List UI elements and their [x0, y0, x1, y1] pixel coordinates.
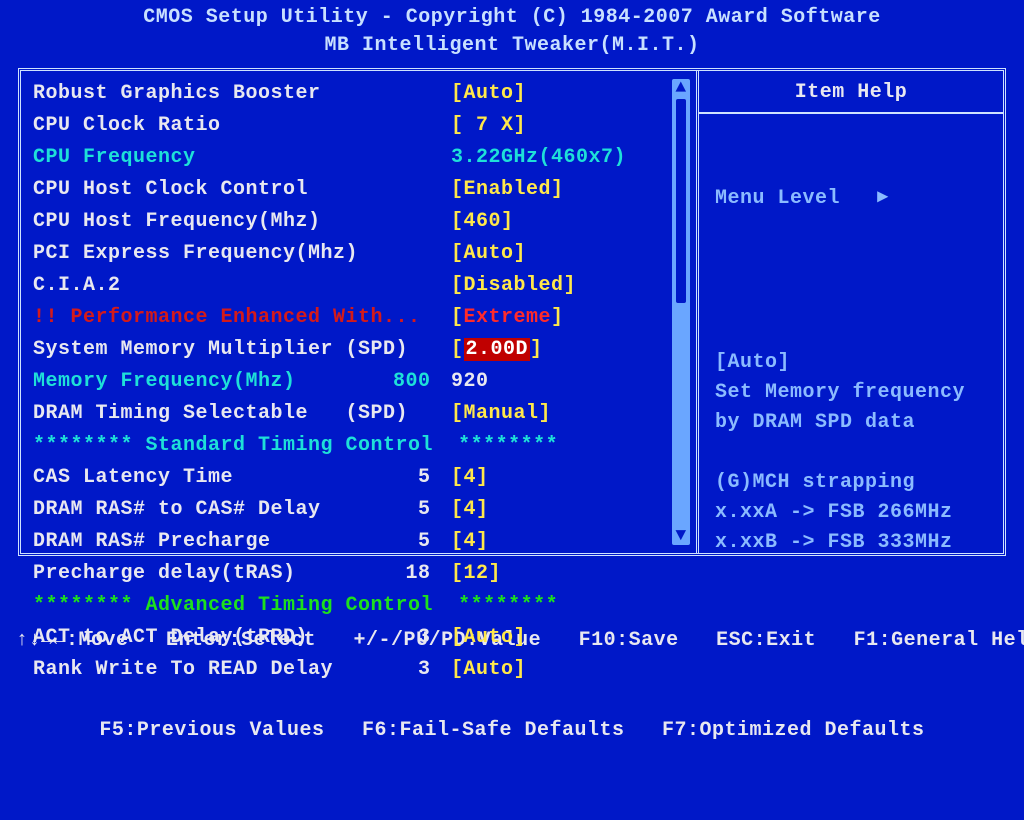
setting-value[interactable]: [Extreme]	[451, 303, 564, 333]
setting-row[interactable]: CAS Latency Time 5 [4]	[33, 463, 668, 493]
setting-value[interactable]: [ 7 X]	[451, 111, 526, 141]
scrollbar[interactable]: ▲ ▼	[672, 79, 690, 545]
setting-value[interactable]: [2.00D]	[451, 335, 543, 365]
help-body-text: [Auto] Set Memory frequency by DRAM SPD …	[715, 348, 993, 553]
scroll-track[interactable]	[672, 97, 690, 527]
settings-panel: Robust Graphics Booster [Auto]CPU Clock …	[21, 71, 696, 553]
setting-label: Precharge delay(tRAS)	[33, 559, 393, 589]
setting-row[interactable]: System Memory Multiplier (SPD) [2.00D]	[33, 335, 668, 365]
setting-label: CPU Frequency	[33, 143, 393, 173]
setting-default	[393, 175, 451, 205]
setting-label: CPU Host Frequency(Mhz)	[33, 207, 393, 237]
setting-label: !! Performance Enhanced With...	[33, 303, 393, 333]
setting-row[interactable]: DRAM RAS# to CAS# Delay 5 [4]	[33, 495, 668, 525]
setting-value[interactable]: [12]	[451, 559, 501, 589]
settings-rows: Robust Graphics Booster [Auto]CPU Clock …	[33, 79, 668, 545]
setting-default: 3	[393, 655, 451, 685]
setting-row[interactable]: Rank Write To READ Delay 3 [Auto]	[33, 655, 668, 685]
scroll-thumb[interactable]	[676, 99, 686, 303]
setting-value[interactable]: [Disabled]	[451, 271, 576, 301]
setting-value[interactable]: 3.22GHz(460x7)	[451, 143, 626, 173]
setting-value[interactable]: [Auto]	[451, 79, 526, 109]
setting-row[interactable]: DRAM Timing Selectable (SPD) [Manual]	[33, 399, 668, 429]
setting-row: ******** Standard Timing Control *******…	[33, 431, 668, 461]
setting-label: CAS Latency Time	[33, 463, 393, 493]
setting-row[interactable]: PCI Express Frequency(Mhz) [Auto]	[33, 239, 668, 269]
setting-default	[393, 303, 451, 333]
setting-value[interactable]: [4]	[451, 495, 489, 525]
setting-row[interactable]: C.I.A.2 [Disabled]	[33, 271, 668, 301]
setting-default: 3	[393, 623, 451, 653]
setting-row[interactable]: CPU Host Frequency(Mhz) [460]	[33, 207, 668, 237]
setting-label: DRAM Timing Selectable (SPD)	[33, 399, 393, 429]
setting-label: DRAM RAS# Precharge	[33, 527, 393, 557]
main-frame: Robust Graphics Booster [Auto]CPU Clock …	[18, 68, 1006, 556]
header-line2: MB Intelligent Tweaker(M.I.T.)	[8, 32, 1016, 60]
scroll-up-icon[interactable]: ▲	[672, 79, 690, 97]
setting-row[interactable]: ACT to ACT Delay(tRRD) 3 [Auto]	[33, 623, 668, 653]
setting-row[interactable]: CPU Host Clock Control [Enabled]	[33, 175, 668, 205]
setting-row[interactable]: !! Performance Enhanced With... [Extreme…	[33, 303, 668, 333]
setting-default: 5	[393, 527, 451, 557]
menu-level-label: Menu Level	[715, 187, 840, 210]
setting-value[interactable]: [460]	[451, 207, 514, 237]
setting-default	[393, 111, 451, 141]
menu-level-row: Menu Level ▸	[715, 184, 993, 214]
setting-row[interactable]: Memory Frequency(Mhz)800 920	[33, 367, 668, 397]
setting-default: 5	[393, 463, 451, 493]
setting-label: CPU Host Clock Control	[33, 175, 393, 205]
setting-row[interactable]: DRAM RAS# Precharge 5 [4]	[33, 527, 668, 557]
setting-label: PCI Express Frequency(Mhz)	[33, 239, 393, 269]
setting-default: 5	[393, 495, 451, 525]
header-line1: CMOS Setup Utility - Copyright (C) 1984-…	[8, 4, 1016, 32]
setting-value[interactable]: [Auto]	[451, 239, 526, 269]
setting-row[interactable]: CPU Frequency 3.22GHz(460x7)	[33, 143, 668, 173]
section-header: ******** Standard Timing Control *******…	[33, 431, 558, 461]
setting-value[interactable]: 920	[451, 367, 489, 397]
menu-level-arrow-icon: ▸	[878, 183, 889, 213]
setting-label: C.I.A.2	[33, 271, 393, 301]
help-title: Item Help	[699, 71, 1003, 114]
help-body: Menu Level ▸ [Auto] Set Memory frequency…	[699, 114, 1003, 553]
setting-default	[393, 79, 451, 109]
setting-label: System Memory Multiplier (SPD)	[33, 335, 393, 365]
footer-line2: F5:Previous Values F6:Fail-Safe Defaults…	[16, 716, 1008, 746]
setting-default	[393, 335, 451, 365]
setting-label: DRAM RAS# to CAS# Delay	[33, 495, 393, 525]
scroll-down-icon[interactable]: ▼	[672, 527, 690, 545]
setting-row: ******** Advanced Timing Control *******…	[33, 591, 668, 621]
header: CMOS Setup Utility - Copyright (C) 1984-…	[0, 4, 1024, 64]
bios-screen: CMOS Setup Utility - Copyright (C) 1984-…	[0, 0, 1024, 820]
setting-default	[393, 143, 451, 173]
setting-default: 18	[393, 559, 451, 589]
setting-default	[393, 399, 451, 429]
setting-label: ACT to ACT Delay(tRRD)	[33, 623, 393, 653]
setting-default	[393, 207, 451, 237]
setting-row[interactable]: Robust Graphics Booster [Auto]	[33, 79, 668, 109]
setting-default	[393, 271, 451, 301]
setting-row[interactable]: Precharge delay(tRAS) 18 [12]	[33, 559, 668, 589]
setting-default	[393, 239, 451, 269]
setting-value[interactable]: [Auto]	[451, 623, 526, 653]
section-header: ******** Advanced Timing Control *******…	[33, 591, 558, 621]
setting-label: Robust Graphics Booster	[33, 79, 393, 109]
setting-label: Rank Write To READ Delay	[33, 655, 393, 685]
setting-value[interactable]: [4]	[451, 527, 489, 557]
setting-value[interactable]: [Auto]	[451, 655, 526, 685]
setting-row[interactable]: CPU Clock Ratio [ 7 X]	[33, 111, 668, 141]
setting-value[interactable]: [Manual]	[451, 399, 551, 429]
setting-default: 800	[393, 367, 451, 397]
setting-value[interactable]: [4]	[451, 463, 489, 493]
setting-value[interactable]: [Enabled]	[451, 175, 564, 205]
setting-label: CPU Clock Ratio	[33, 111, 393, 141]
setting-label: Memory Frequency(Mhz)	[33, 367, 393, 397]
help-panel: Item Help Menu Level ▸ [Auto] Set Memory…	[699, 71, 1003, 553]
